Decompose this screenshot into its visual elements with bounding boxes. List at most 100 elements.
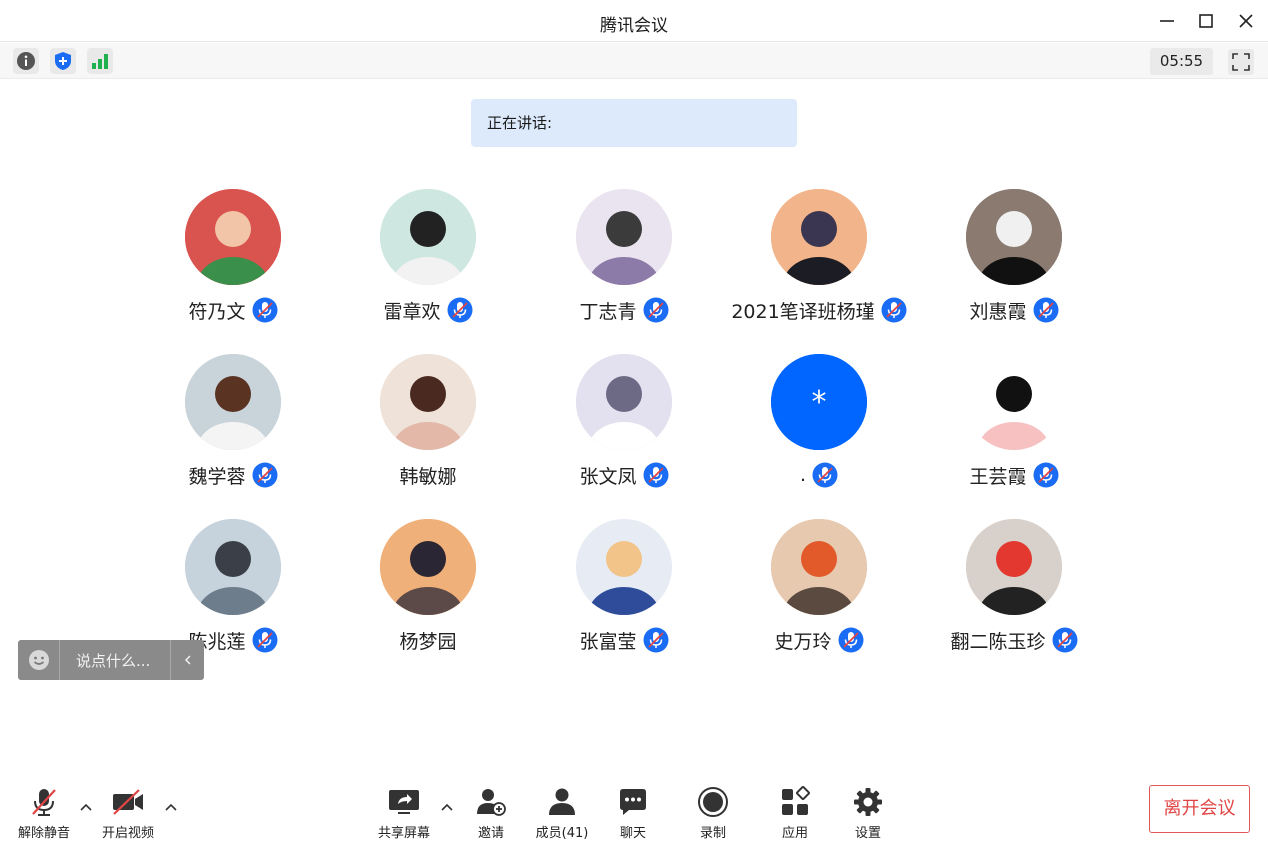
chat-label: 聊天 — [619, 826, 646, 841]
emoji-button[interactable] — [18, 640, 60, 680]
gear-icon — [854, 788, 882, 816]
participant-name-row: 张富莹 — [534, 626, 714, 654]
participant-name: 魏学蓉 — [188, 465, 246, 488]
participant-tile[interactable]: 史万玲 — [729, 519, 909, 669]
apps-button[interactable]: 应用 — [774, 784, 816, 841]
avatar — [966, 354, 1062, 450]
participant-tile[interactable]: 2021笔译班杨瑾 — [729, 189, 909, 339]
chat-input-placeholder[interactable]: 说点什么... — [60, 650, 170, 671]
avatar-image — [380, 519, 476, 615]
microphone-muted-icon — [643, 297, 668, 323]
chat-button[interactable]: 聊天 — [612, 784, 654, 841]
share-screen-label: 共享屏幕 — [377, 826, 430, 841]
avatar-image — [576, 354, 672, 450]
participant-tile[interactable]: 符乃文 — [143, 189, 323, 339]
participant-tile[interactable]: 韩敏娜 — [338, 354, 518, 504]
participant-name: 张文凤 — [579, 465, 637, 488]
participant-name: 丁志青 — [579, 300, 637, 323]
participant-name-row: 刘惠霞 — [924, 296, 1104, 324]
participant-tile[interactable]: 张文凤 — [534, 354, 714, 504]
close-icon[interactable] — [1236, 11, 1256, 31]
security-button[interactable] — [50, 48, 76, 74]
title-bar: 腾讯会议 — [0, 0, 1268, 42]
share-screen-button[interactable]: 共享屏幕 — [375, 784, 433, 841]
participant-name: 张富莹 — [579, 630, 637, 653]
start-video-button[interactable]: 开启视频 — [99, 784, 157, 841]
record-button[interactable]: 录制 — [692, 784, 734, 841]
avatar-image — [185, 519, 281, 615]
avatar — [380, 519, 476, 615]
start-video-label: 开启视频 — [101, 826, 154, 841]
smiley-icon — [28, 650, 49, 670]
avatar-image — [966, 354, 1062, 450]
participant-name: 韩敏娜 — [399, 465, 457, 488]
fullscreen-icon — [1232, 53, 1250, 71]
signal-bars-icon — [92, 54, 108, 69]
participant-tile[interactable]: *. — [729, 354, 909, 504]
participant-tile[interactable]: 杨梦园 — [338, 519, 518, 669]
avatar-image — [966, 519, 1062, 615]
invite-label: 邀请 — [477, 826, 504, 841]
apps-label: 应用 — [781, 826, 808, 841]
microphone-muted-icon — [1052, 627, 1077, 653]
participant-name: 杨梦园 — [399, 630, 457, 653]
participant-name: 史万玲 — [774, 630, 832, 653]
shield-icon — [55, 52, 71, 70]
speaking-indicator: 正在讲话: — [471, 99, 797, 147]
settings-button[interactable]: 设置 — [847, 784, 889, 841]
info-icon — [17, 52, 35, 70]
participant-name: 雷章欢 — [383, 300, 441, 323]
avatar-image: * — [771, 354, 867, 450]
participant-tile[interactable]: 翻二陈玉珍 — [924, 519, 1104, 669]
participant-name-row: 张文凤 — [534, 461, 714, 489]
network-status-button[interactable] — [87, 48, 113, 74]
avatar — [185, 189, 281, 285]
participant-name: 2021笔译班杨瑾 — [731, 300, 875, 323]
members-button[interactable]: 成员(41) — [533, 784, 591, 841]
avatar-initial: * — [812, 385, 827, 420]
participant-tile[interactable]: 王芸霞 — [924, 354, 1104, 504]
chevron-up-icon[interactable] — [79, 800, 93, 814]
participant-tile[interactable]: 张富莹 — [534, 519, 714, 669]
chevron-up-icon[interactable] — [440, 800, 454, 814]
microphone-muted-icon — [812, 462, 838, 488]
participant-tile[interactable]: 雷章欢 — [338, 189, 518, 339]
avatar-image — [966, 189, 1062, 285]
participant-tile[interactable]: 丁志青 — [534, 189, 714, 339]
microphone-muted-icon — [1033, 462, 1058, 488]
participant-name-row: 杨梦园 — [338, 626, 518, 654]
microphone-muted-icon — [252, 297, 277, 323]
leave-meeting-button[interactable]: 离开会议 — [1149, 785, 1250, 833]
participant-name-row: 史万玲 — [729, 626, 909, 654]
chat-bubble-icon — [620, 789, 646, 815]
avatar — [576, 519, 672, 615]
unmute-button[interactable]: 解除静音 — [15, 784, 73, 841]
avatar-image — [380, 189, 476, 285]
avatar — [380, 354, 476, 450]
share-screen-icon — [389, 790, 419, 814]
minimize-icon[interactable] — [1157, 11, 1177, 31]
camera-off-icon — [113, 789, 143, 815]
meeting-info-bar: 05:55 — [0, 43, 1268, 79]
participant-name-row: 2021笔译班杨瑾 — [729, 296, 909, 324]
settings-label: 设置 — [854, 826, 881, 841]
avatar-image — [185, 189, 281, 285]
invite-button[interactable]: 邀请 — [470, 784, 512, 841]
collapse-chat-button[interactable] — [170, 640, 204, 680]
chevron-up-icon[interactable] — [164, 800, 178, 814]
microphone-muted-icon — [1033, 297, 1058, 323]
meeting-info-button[interactable] — [13, 48, 39, 74]
participant-tile[interactable]: 刘惠霞 — [924, 189, 1104, 339]
participant-name: 刘惠霞 — [969, 300, 1027, 323]
chevron-left-icon — [184, 655, 191, 665]
quick-chat-box[interactable]: 说点什么... — [18, 640, 204, 680]
avatar-image — [185, 354, 281, 450]
avatar-image — [576, 519, 672, 615]
avatar-image — [771, 189, 867, 285]
participant-name-row: 王芸霞 — [924, 461, 1104, 489]
maximize-icon[interactable] — [1196, 11, 1216, 31]
fullscreen-button[interactable] — [1228, 49, 1254, 75]
add-user-icon — [477, 789, 506, 816]
participant-tile[interactable]: 魏学蓉 — [143, 354, 323, 504]
record-label: 录制 — [699, 826, 726, 841]
